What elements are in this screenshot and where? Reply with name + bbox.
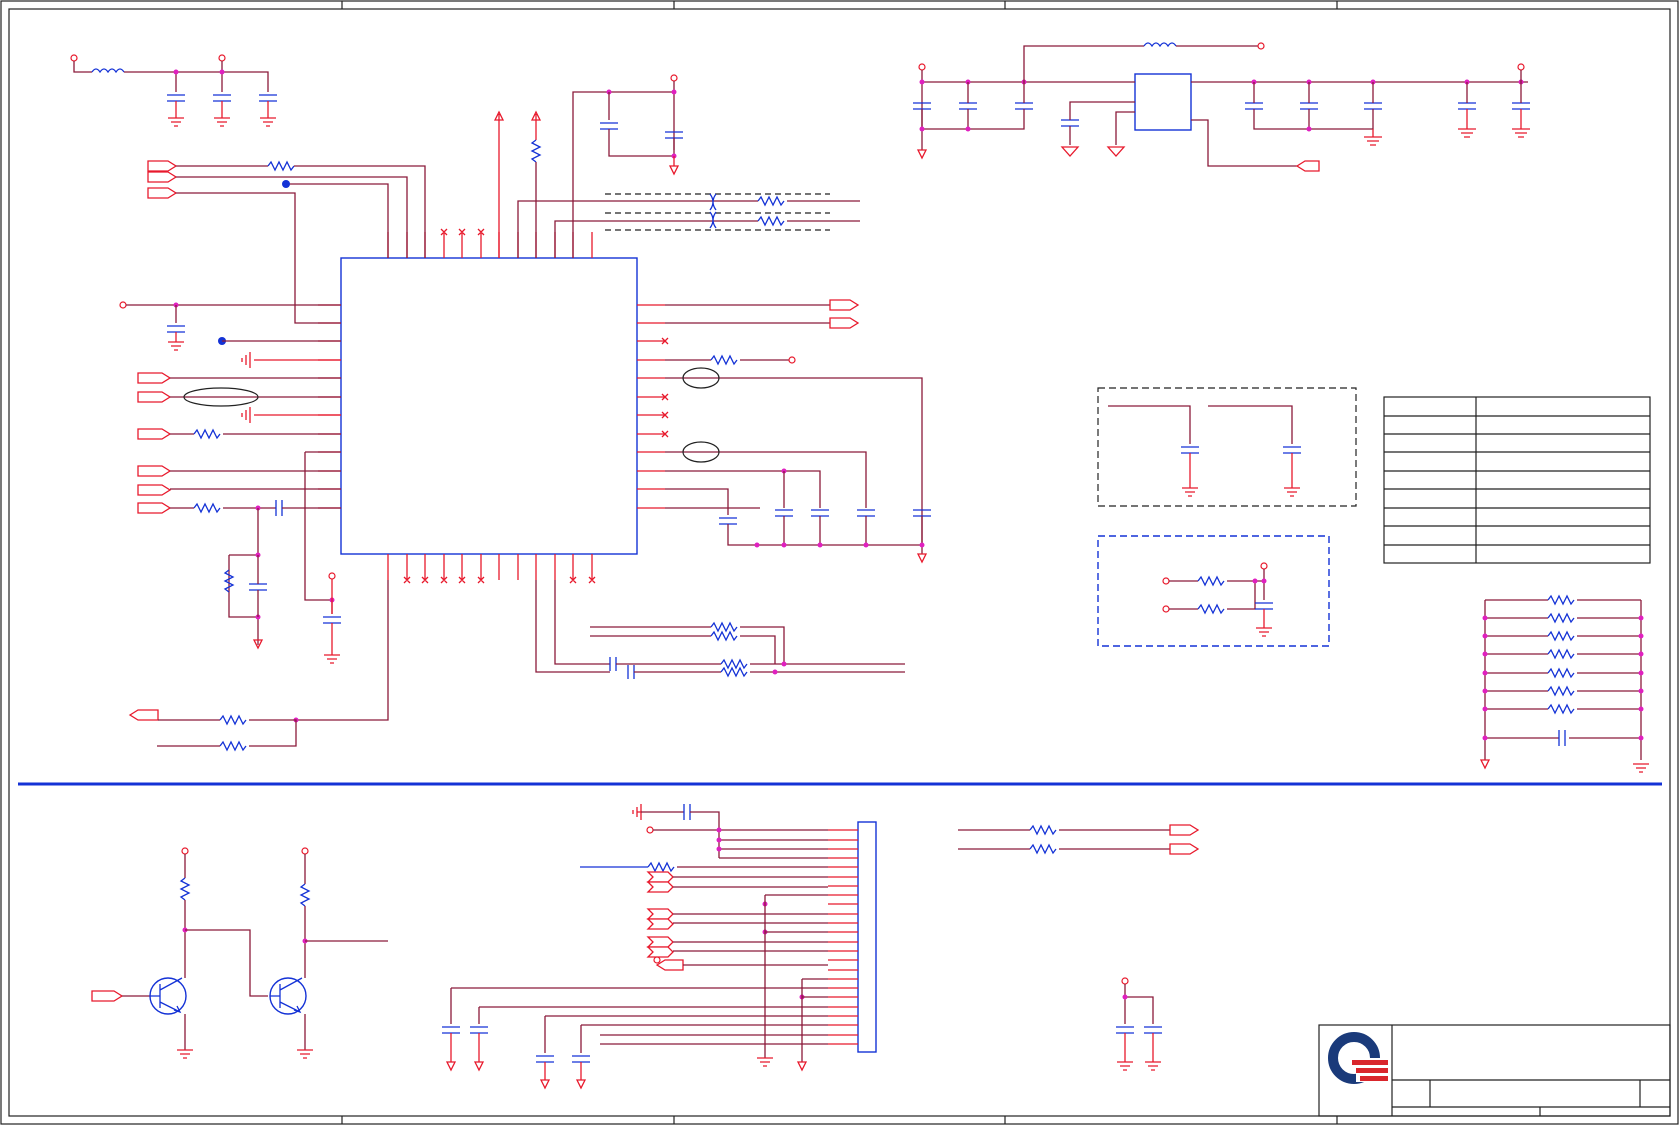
- regulator-ic: [1134, 73, 1192, 131]
- input-filter-section: [70, 54, 277, 127]
- main-ic-left-pins: [318, 304, 341, 509]
- dashed-cap-box: [1097, 387, 1357, 507]
- main-ic-right-pins: [637, 304, 665, 509]
- regulator-section: [913, 42, 1530, 172]
- resistor-ladder: [1479, 594, 1649, 773]
- no-connect-marks: [403, 228, 669, 584]
- output-resistors: [958, 824, 1200, 855]
- connector-header: [857, 821, 877, 1053]
- transistor-stage: [91, 847, 388, 1059]
- main-ic: [340, 257, 638, 555]
- bottom-signals: [128, 580, 905, 752]
- top-left-signals: [147, 160, 426, 324]
- schematic-sheet: [0, 0, 1679, 1125]
- main-ic-bottom-pins: [387, 554, 593, 580]
- left-side-signals: [119, 301, 341, 664]
- main-ic-top-pins: [387, 232, 593, 258]
- top-differential-pair: [517, 193, 860, 258]
- pin-table: [1383, 396, 1651, 564]
- dashed-resistor-box: [1097, 535, 1330, 647]
- bottom-cap-pair: [1116, 977, 1162, 1071]
- connector-section: [442, 804, 877, 1090]
- right-side-signals: [665, 299, 931, 564]
- quanta-logo: [1328, 1032, 1388, 1084]
